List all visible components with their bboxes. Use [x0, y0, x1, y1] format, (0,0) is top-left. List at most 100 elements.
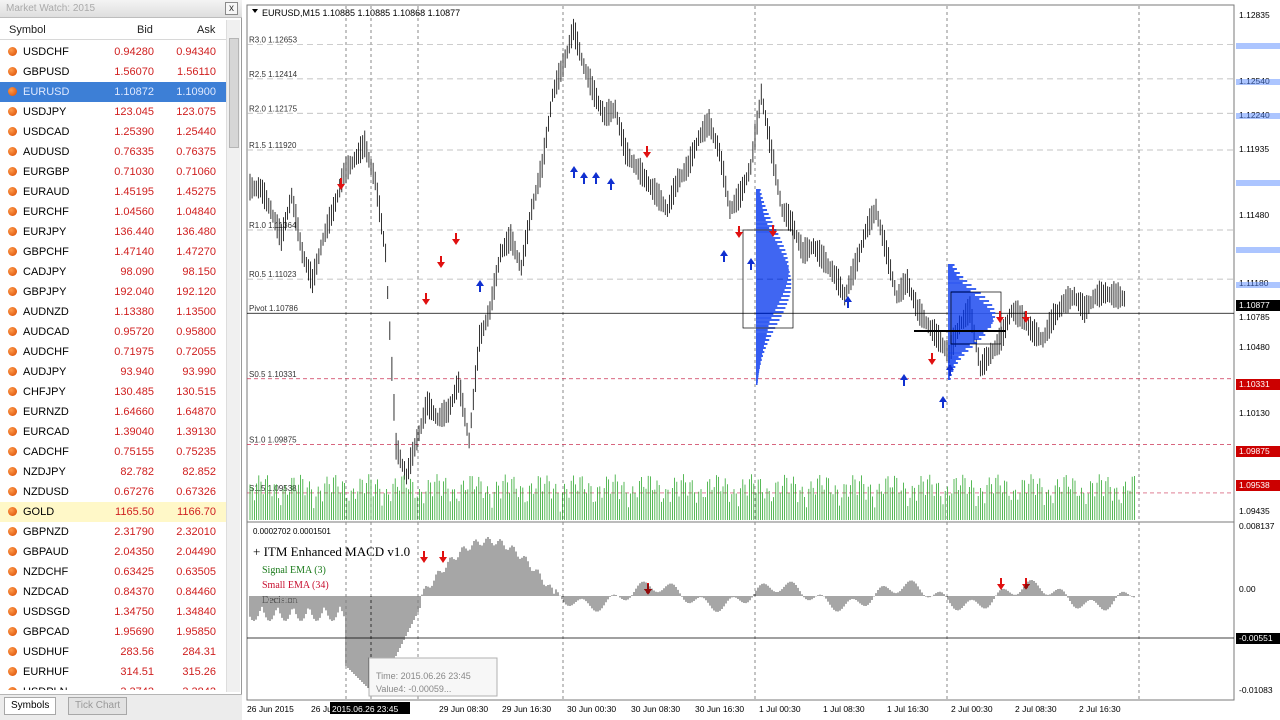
price-axis-label: 1.10877 — [1239, 300, 1270, 310]
symbol-row[interactable]: USDSGD 1.34750 1.34840 — [0, 602, 226, 622]
time-axis-label: 29 Jun 16:30 — [502, 704, 551, 714]
symbol-row[interactable]: CADCHF 0.75155 0.75235 — [0, 442, 226, 462]
symbol-status-icon — [8, 607, 17, 616]
ask-price: 315.26 — [182, 666, 216, 678]
ask-price: 284.31 — [182, 646, 216, 658]
symbol-row[interactable]: GBPJPY 192.040 192.120 — [0, 282, 226, 302]
symbol-column-header[interactable]: Symbol — [9, 24, 46, 36]
symbol-status-icon — [8, 527, 17, 536]
pivot-label: R2.0 1.12175 — [249, 104, 298, 113]
market-watch-titlebar[interactable]: Market Watch: 2015 x — [0, 0, 242, 18]
symbol-name: NZDCHF — [23, 566, 69, 578]
bid-price: 1.04560 — [114, 206, 154, 218]
symbol-row[interactable]: GBPUSD 1.56070 1.56110 — [0, 62, 226, 82]
price-axis-marker — [1236, 247, 1280, 253]
scrollbar-thumb[interactable] — [229, 38, 239, 148]
sell-arrow-icon — [997, 578, 1005, 590]
bid-column-header[interactable]: Bid — [137, 24, 153, 36]
symbol-row[interactable]: EURHUF 314.51 315.26 — [0, 662, 226, 682]
chart-canvas[interactable]: R3.0 1.12653 R2.5 1.12414 R2.0 1.12175 R1.5… — [246, 0, 1280, 720]
symbol-name: AUDUSD — [23, 146, 70, 158]
tab-tick-chart[interactable]: Tick Chart — [68, 697, 128, 715]
pivot-label: R1.5 1.11920 — [249, 141, 297, 150]
symbol-row[interactable]: EURCHF 1.04560 1.04840 — [0, 202, 226, 222]
time-axis-label: 29 Jun 08:30 — [439, 704, 488, 714]
ask-column-header[interactable]: Ask — [197, 24, 215, 36]
symbol-status-icon — [8, 627, 17, 636]
symbol-row[interactable]: EURCAD 1.39040 1.39130 — [0, 422, 226, 442]
ask-price: 98.150 — [182, 266, 216, 278]
symbol-status-icon — [8, 87, 17, 96]
bid-price: 0.94280 — [114, 46, 154, 58]
symbol-name: GBPJPY — [23, 286, 67, 298]
buy-arrow-icon — [747, 258, 755, 270]
symbol-row[interactable]: EURNZD 1.64660 1.64870 — [0, 402, 226, 422]
price-axis-label: 1.10785 — [1239, 312, 1270, 322]
symbol-row[interactable]: AUDCHF 0.71975 0.72055 — [0, 342, 226, 362]
symbol-row[interactable]: EURGBP 0.71030 0.71060 — [0, 162, 226, 182]
symbol-row[interactable]: AUDUSD 0.76335 0.76375 — [0, 142, 226, 162]
market-watch-scrollbar[interactable] — [226, 20, 240, 692]
price-axis-marker — [1236, 43, 1280, 49]
tab-symbols[interactable]: Symbols — [4, 697, 57, 715]
symbol-row[interactable]: CHFJPY 130.485 130.515 — [0, 382, 226, 402]
bid-price: 1.10872 — [114, 86, 154, 98]
symbol-name: NZDCAD — [23, 586, 69, 598]
symbol-status-icon — [8, 267, 17, 276]
market-watch-header: Symbol Bid Ask — [0, 20, 226, 40]
bid-price: 1.64660 — [114, 406, 154, 418]
symbol-name: AUDJPY — [23, 366, 67, 378]
price-chart-window[interactable]: R3.0 1.12653 R2.5 1.12414 R2.0 1.12175 R1.5… — [246, 0, 1280, 720]
symbol-row[interactable]: USDHUF 283.56 284.31 — [0, 642, 226, 662]
bid-price: 1.45195 — [114, 186, 154, 198]
symbol-name: EURCAD — [23, 426, 70, 438]
symbol-row[interactable]: USDCAD 1.25390 1.25440 — [0, 122, 226, 142]
symbol-row[interactable]: GBPCHF 1.47140 1.47270 — [0, 242, 226, 262]
symbol-name: EURGBP — [23, 166, 70, 178]
symbol-row[interactable]: NZDCAD 0.84370 0.84460 — [0, 582, 226, 602]
pivot-label: Pivot 1.10786 — [249, 304, 298, 313]
symbol-row[interactable]: EURJPY 136.440 136.480 — [0, 222, 226, 242]
symbol-status-icon — [8, 387, 17, 396]
symbol-row[interactable]: GBPNZD 2.31790 2.32010 — [0, 522, 226, 542]
buy-arrow-icon — [607, 178, 615, 190]
symbol-status-icon — [8, 667, 17, 676]
ask-price: 1.34840 — [176, 606, 216, 618]
symbol-row[interactable]: NZDJPY 82.782 82.852 — [0, 462, 226, 482]
bid-price: 192.040 — [114, 286, 154, 298]
symbol-row[interactable]: GBPCAD 1.95690 1.95850 — [0, 622, 226, 642]
symbol-status-icon — [8, 167, 17, 176]
symbol-row[interactable]: AUDNZD 1.13380 1.13500 — [0, 302, 226, 322]
symbol-name: GOLD — [23, 506, 55, 518]
symbol-row[interactable]: NZDUSD 0.67276 0.67326 — [0, 482, 226, 502]
close-icon[interactable]: x — [225, 2, 238, 15]
time-axis-label: 26 Jun 2015 — [247, 704, 294, 714]
symbol-row[interactable]: GOLD 1165.50 1166.70 — [0, 502, 226, 522]
symbol-row[interactable]: CADJPY 98.090 98.150 — [0, 262, 226, 282]
symbol-row[interactable]: AUDJPY 93.940 93.990 — [0, 362, 226, 382]
symbol-row[interactable]: AUDCAD 0.95720 0.95800 — [0, 322, 226, 342]
symbol-row[interactable]: USDPLN 3.3743 3.3842 — [0, 682, 226, 690]
pivot-label: S0.5 1.10331 — [249, 370, 297, 379]
symbol-row[interactable]: EURUSD 1.10872 1.10900 — [0, 82, 226, 102]
symbol-status-icon — [8, 147, 17, 156]
ask-price: 1166.70 — [177, 506, 216, 518]
symbol-row[interactable]: GBPAUD 2.04350 2.04490 — [0, 542, 226, 562]
symbol-name: AUDCAD — [23, 326, 70, 338]
symbol-row[interactable]: USDCHF 0.94280 0.94340 — [0, 42, 226, 62]
sell-arrow-icon — [928, 353, 936, 365]
symbol-name: GBPNZD — [23, 526, 69, 538]
price-axis-label: 1.10331 — [1239, 379, 1270, 389]
symbol-row[interactable]: USDJPY 123.045 123.075 — [0, 102, 226, 122]
symbol-row[interactable]: EURAUD 1.45195 1.45275 — [0, 182, 226, 202]
symbol-name: USDJPY — [23, 106, 67, 118]
bid-price: 0.95720 — [114, 326, 154, 338]
price-axis-label: 1.09538 — [1239, 480, 1270, 490]
symbol-row[interactable]: NZDCHF 0.63425 0.63505 — [0, 562, 226, 582]
ask-price: 0.95800 — [176, 326, 216, 338]
bid-price: 1.25390 — [114, 126, 154, 138]
bid-price: 1.95690 — [114, 626, 154, 638]
symbol-status-icon — [8, 327, 17, 336]
bid-price: 1.47140 — [114, 246, 154, 258]
symbol-name: USDPLN — [23, 686, 68, 690]
